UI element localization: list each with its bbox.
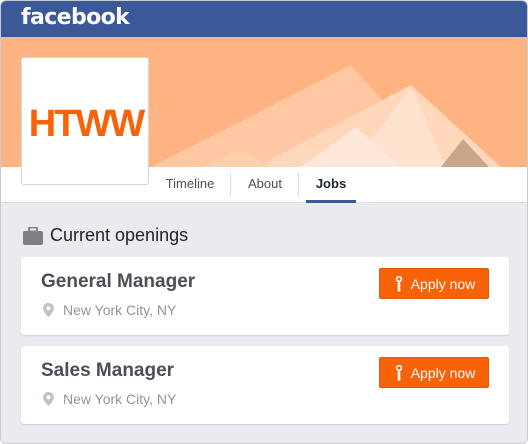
- job-card[interactable]: General Manager New York City, NY Apply …: [21, 257, 509, 335]
- tab-divider: [230, 173, 231, 197]
- tab-timeline[interactable]: Timeline: [157, 167, 223, 203]
- apply-info-icon: [395, 275, 402, 291]
- section-title: Current openings: [50, 225, 189, 245]
- job-card[interactable]: Sales Manager New York City, NY Apply no…: [21, 346, 509, 424]
- apply-info-icon: [395, 364, 402, 380]
- apply-now-label: Apply now: [410, 364, 476, 381]
- job-location-text: New York City, NY: [63, 302, 177, 318]
- tab-divider: [298, 173, 299, 197]
- htww-logo-graphic: HTWW: [29, 103, 148, 145]
- job-title[interactable]: Sales Manager: [41, 360, 174, 382]
- job-location: New York City, NY: [43, 391, 176, 407]
- facebook-logo[interactable]: facebook: [21, 5, 130, 30]
- page-profile-logo[interactable]: HTWW: [21, 57, 149, 185]
- job-title[interactable]: General Manager: [41, 271, 195, 293]
- facebook-top-bar: facebook: [1, 1, 527, 37]
- facebook-page-frame: facebook HTWW Timeline About Jobs Curren…: [0, 0, 528, 444]
- map-pin-icon: [43, 303, 54, 317]
- apply-now-button[interactable]: Apply now: [379, 268, 489, 299]
- job-location-text: New York City, NY: [63, 391, 177, 407]
- apply-now-button[interactable]: Apply now: [379, 357, 489, 388]
- tab-jobs[interactable]: Jobs: [306, 167, 356, 203]
- apply-now-label: Apply now: [410, 275, 476, 292]
- briefcase-icon: [23, 226, 43, 245]
- section-heading: Current openings: [23, 225, 188, 246]
- map-pin-icon: [43, 392, 54, 406]
- job-location: New York City, NY: [43, 302, 176, 318]
- svg-text:HTWW: HTWW: [29, 103, 146, 145]
- tab-about[interactable]: About: [237, 167, 293, 203]
